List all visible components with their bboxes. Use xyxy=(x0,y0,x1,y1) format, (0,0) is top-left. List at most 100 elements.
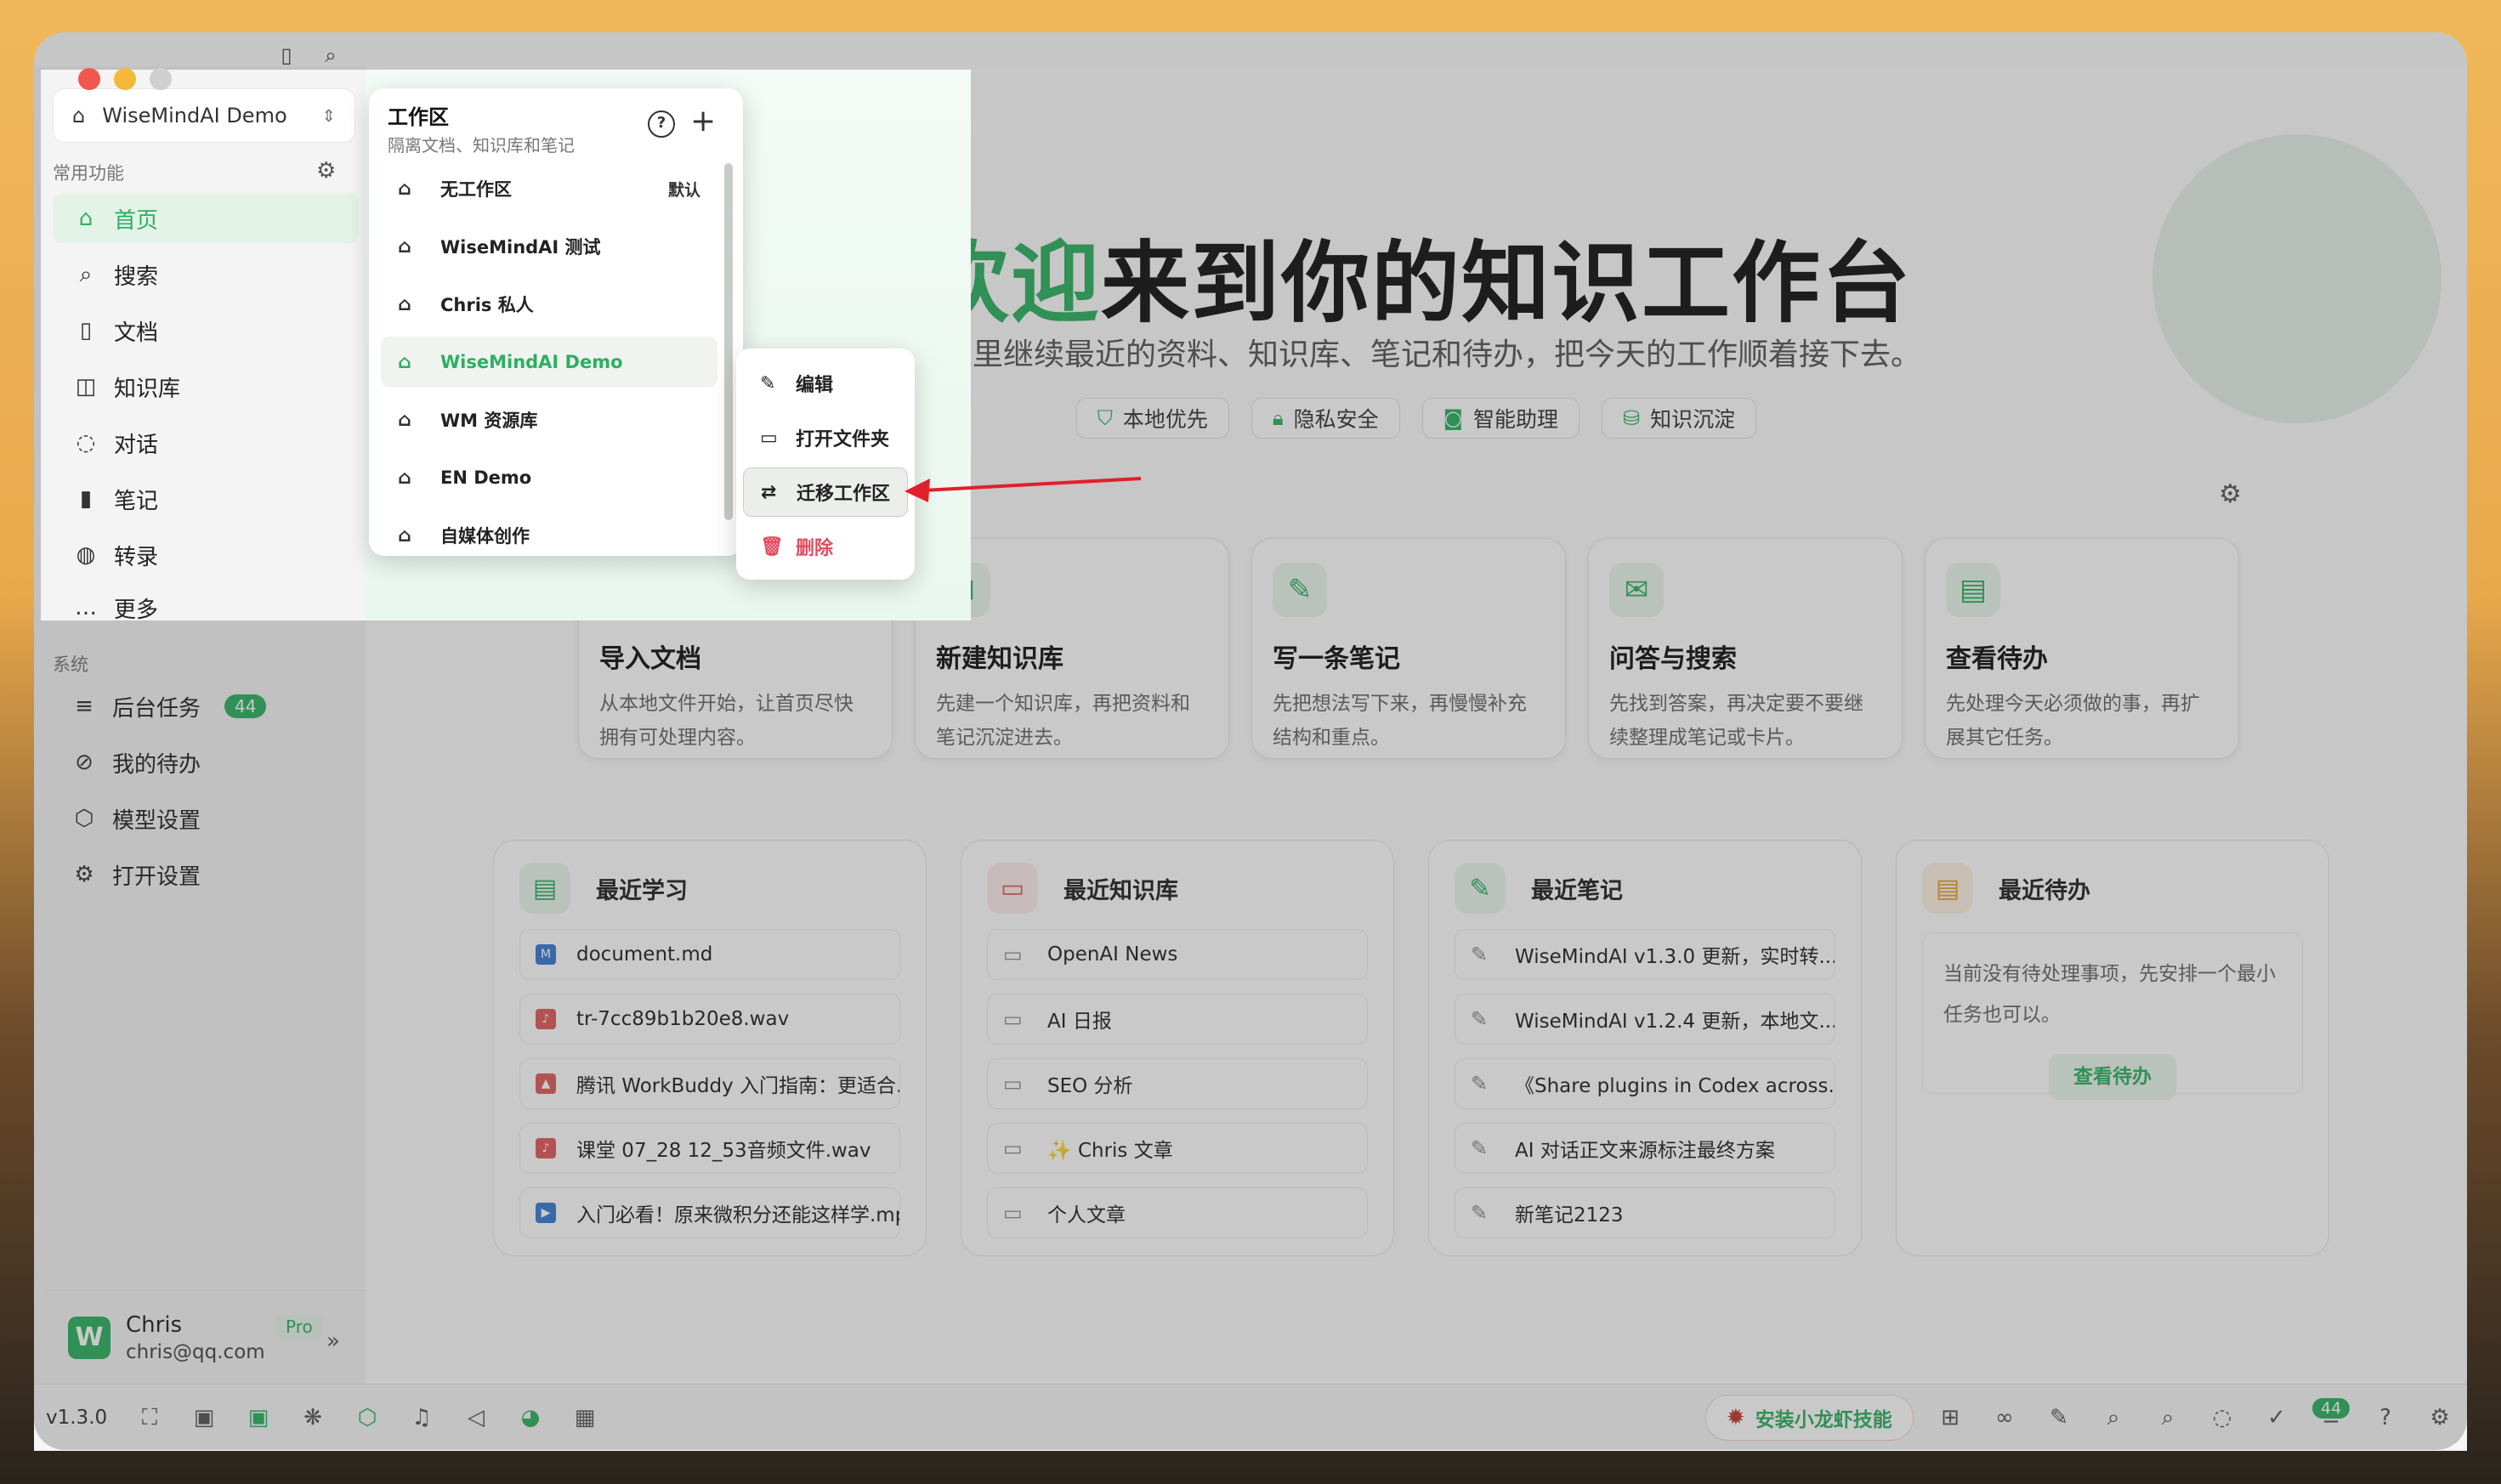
list-item[interactable]: ▶ 入门必看！原来微积分还能这样学.mp4 xyxy=(519,1187,900,1238)
layout-icon[interactable]: ▣ xyxy=(177,1405,231,1430)
help-icon[interactable]: ? xyxy=(648,110,675,138)
workspace-select-label: WiseMindAI Demo xyxy=(102,104,287,127)
sidebar-item-label: 更多 xyxy=(114,597,159,621)
menu-item-label: 删除 xyxy=(796,538,834,559)
file-add-icon[interactable]: ⊞ xyxy=(1923,1405,1977,1430)
sidebar-item-transcribe[interactable]: ◍ 转录 xyxy=(53,530,352,580)
user-profile[interactable]: W Chris chris@qq.com Pro » xyxy=(46,1290,366,1384)
gear-icon[interactable]: ⚙ xyxy=(2413,1405,2467,1430)
list-item[interactable]: ✎ 新笔记2123 xyxy=(1455,1187,1835,1238)
help-icon[interactable]: ? xyxy=(2358,1405,2413,1430)
video-file-icon: ▶ xyxy=(536,1203,556,1223)
list-item[interactable]: ✎ WiseMindAI v1.2.4 更新，本地文... xyxy=(1455,994,1835,1045)
sidebar-item-chat[interactable]: ◌ 对话 xyxy=(53,418,352,467)
chip-icon: ◙ xyxy=(1443,406,1463,430)
workspace-item[interactable]: ⌂ 自媒体创作 xyxy=(381,510,717,556)
sidebar-item-open-settings[interactable]: ⚙ 打开设置 xyxy=(51,850,350,899)
menu-item-delete[interactable]: 🗑︎ 删除 xyxy=(743,522,908,571)
workspace-select[interactable]: ⌂ WiseMindAI Demo ⇕ xyxy=(53,88,355,143)
sidebar-toggle-icon[interactable]: ▯ xyxy=(274,42,299,68)
list-item[interactable]: ▭ SEO 分析 xyxy=(987,1058,1368,1109)
sidebar-item-home[interactable]: ⌂ 首页 xyxy=(53,194,359,243)
install-skill-button[interactable]: ✹ 安装小龙虾技能 xyxy=(1705,1395,1914,1441)
menu-item-edit[interactable]: ✎ 编辑 xyxy=(743,359,908,408)
audio-file-icon: ♪ xyxy=(536,1009,556,1029)
tasks-icon[interactable]: ≡44 xyxy=(2304,1398,2358,1430)
chart-icon[interactable]: ▦ xyxy=(558,1405,612,1430)
close-window-button[interactable] xyxy=(78,68,100,90)
item-label: AI 对话正文来源标注最终方案 xyxy=(1515,1140,1775,1162)
palette-icon[interactable]: ◕ xyxy=(503,1405,558,1430)
quick-card-qa[interactable]: ✉ 问答与搜索 先找到答案，再决定要不要继续整理成笔记或卡片。 xyxy=(1588,538,1903,759)
sidebar-item-notes[interactable]: ▮ 笔记 xyxy=(53,474,352,524)
chat-icon[interactable]: ◌ xyxy=(2195,1405,2249,1430)
list-item[interactable]: ▲ 腾讯 WorkBuddy 入门指南：更适合... xyxy=(519,1058,900,1109)
zoom-window-button[interactable] xyxy=(150,68,172,90)
pencil-icon[interactable]: ✎ xyxy=(2032,1405,2086,1430)
workspace-item[interactable]: ⌂ WM 资源库 xyxy=(381,394,717,445)
sidebar-item-model-settings[interactable]: ⬡ 模型设置 xyxy=(51,794,350,843)
menu-item-open-folder[interactable]: ▭ 打开文件夹 xyxy=(743,413,908,462)
scrollbar[interactable] xyxy=(724,163,733,520)
sidebar-item-more[interactable]: … 更多 xyxy=(53,583,352,620)
list-item[interactable]: ✎ 《Share plugins in Codex across... xyxy=(1455,1058,1835,1109)
chevrons-right-icon[interactable]: » xyxy=(326,1328,340,1354)
sidebar-item-my-todos[interactable]: ⊘ 我的待办 xyxy=(51,738,350,787)
view-todos-button[interactable]: 查看待办 xyxy=(2049,1054,2176,1100)
check-circle-icon[interactable]: ✓ xyxy=(2249,1405,2304,1430)
panel-recent-notes: ✎ 最近笔记 ✎ WiseMindAI v1.3.0 更新，实时转... ✎ Wise… xyxy=(1428,840,1862,1256)
workspace-label: WM 资源库 xyxy=(440,411,538,431)
list-item[interactable]: ▭ AI 日报 xyxy=(987,994,1368,1045)
trash-icon: 🗑︎ xyxy=(760,535,784,558)
sidebar-item-documents[interactable]: ▯ 文档 xyxy=(53,306,352,355)
workspace-label: 自媒体创作 xyxy=(440,526,530,547)
workspace-label: 无工作区 xyxy=(440,179,512,200)
list-item[interactable]: ▭ ✨ Chris 文章 xyxy=(987,1123,1368,1174)
item-label: 腾讯 WorkBuddy 入门指南：更适合... xyxy=(576,1075,900,1097)
search-icon[interactable]: ⌕ xyxy=(2141,1405,2195,1431)
cube-icon[interactable]: ⬡ xyxy=(340,1405,394,1430)
workspace-item[interactable]: ⌂ WiseMindAI 测试 xyxy=(381,221,717,272)
list-item[interactable]: Mdocument.md xyxy=(519,929,900,980)
list-item[interactable]: ✎ WiseMindAI v1.3.0 更新，实时转... xyxy=(1455,929,1835,980)
workspace-item[interactable]: ⌂ 无工作区 默认 xyxy=(381,163,717,214)
link-icon[interactable]: ∞ xyxy=(1977,1405,2032,1430)
list-item[interactable]: ▭ 个人文章 xyxy=(987,1187,1368,1238)
workspace-item[interactable]: ⌂ Chris 私人 xyxy=(381,279,717,330)
workspace-item[interactable]: ⌂ EN Demo xyxy=(381,452,717,503)
card-desc: 从本地文件开始，让首页尽快拥有可处理内容。 xyxy=(599,693,854,749)
minimize-window-button[interactable] xyxy=(114,68,136,90)
item-label: ✨ Chris 文章 xyxy=(1047,1140,1173,1162)
pencil-icon: ✎ xyxy=(1471,1072,1489,1096)
gear-icon[interactable]: ⚙ xyxy=(2219,479,2242,509)
item-label: 《Share plugins in Codex across... xyxy=(1515,1075,1835,1097)
list-item[interactable]: ♪ 课堂 07_28 12_53音频文件.wav xyxy=(519,1123,900,1174)
sidebar-item-knowledge[interactable]: ◫ 知识库 xyxy=(53,362,352,411)
zoom-search-icon[interactable]: ⌕ xyxy=(2086,1405,2141,1431)
version-label: v1.3.0 xyxy=(46,1407,108,1429)
tasks-badge: 44 xyxy=(2312,1398,2351,1419)
list-item[interactable]: ♪ tr-7cc89b1b20e8.wav xyxy=(519,994,900,1045)
brain-icon[interactable]: ❋ xyxy=(286,1405,340,1430)
avatar: W xyxy=(68,1316,111,1359)
card-title: 查看待办 xyxy=(1946,644,2048,674)
briefcase-icon: ⌂ xyxy=(398,409,411,431)
megaphone-icon[interactable]: ◁ xyxy=(449,1405,503,1430)
list-item[interactable]: ✎ AI 对话正文来源标注最终方案 xyxy=(1455,1123,1835,1174)
sidebar-item-search[interactable]: ⌕ 搜索 xyxy=(53,250,352,299)
fullscreen-icon[interactable]: ⛶ xyxy=(122,1405,177,1431)
card-desc: 先把想法写下来，再慢慢补充结构和重点。 xyxy=(1273,693,1527,749)
workspace-item-active[interactable]: ⌂ WiseMindAI Demo xyxy=(381,337,717,388)
bell-icon[interactable]: ♫ xyxy=(394,1405,449,1430)
add-workspace-icon[interactable]: + xyxy=(690,104,716,139)
search-icon[interactable]: ⌕ xyxy=(318,42,343,68)
sidebar-item-background-tasks[interactable]: ≡ 后台任务 44 xyxy=(51,682,350,731)
terminal-icon[interactable]: ▣ xyxy=(231,1405,286,1430)
chip-local-first: ⛉ 本地优先 xyxy=(1075,398,1229,439)
task-count-badge: 44 xyxy=(224,694,267,718)
list-item[interactable]: ▭ OpenAI News xyxy=(987,929,1368,980)
quick-card-todos[interactable]: ▤ 查看待办 先处理今天必须做的事，再扩展其它任务。 xyxy=(1925,538,2239,759)
menu-item-migrate-workspace[interactable]: ⇄ 迁移工作区 xyxy=(743,467,908,517)
quick-card-note[interactable]: ✎ 写一条笔记 先把想法写下来，再慢慢补充结构和重点。 xyxy=(1251,538,1566,759)
gear-icon[interactable]: ⚙ xyxy=(316,158,336,184)
